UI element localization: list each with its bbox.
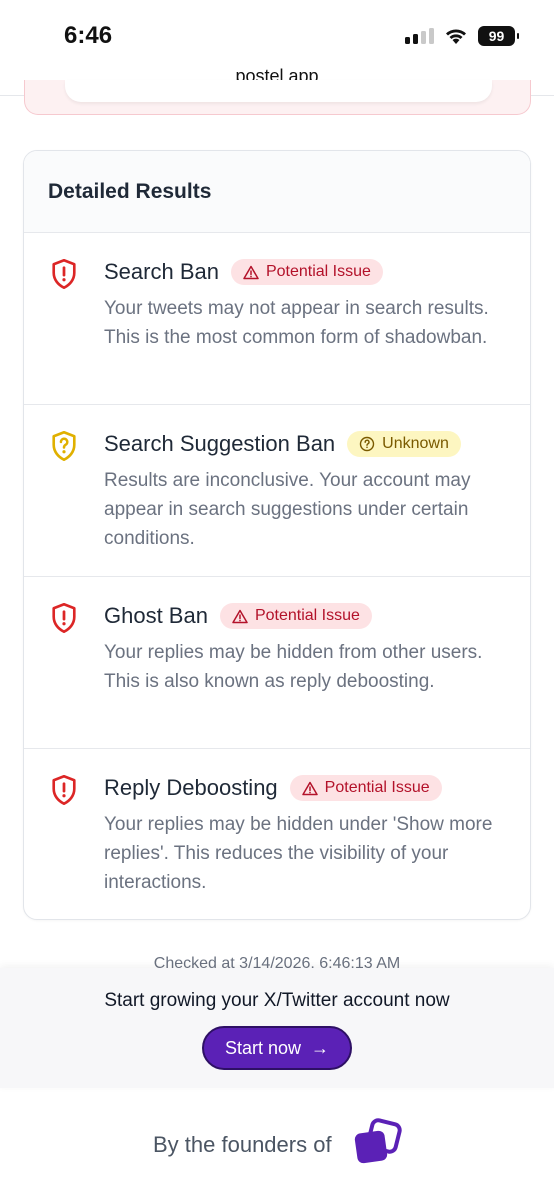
shield-alert-icon — [52, 258, 76, 290]
shield-question-icon — [52, 430, 76, 462]
status-badge: Unknown — [347, 431, 461, 457]
wifi-icon — [446, 29, 466, 44]
status-badge-label: Potential Issue — [265, 263, 371, 280]
cellular-signal-icon — [405, 28, 434, 44]
result-description: Your replies may be hidden under 'Show m… — [104, 814, 493, 893]
cta-text: Start growing your X/Twitter account now — [104, 990, 450, 1011]
warning-triangle-icon — [232, 609, 248, 623]
founders-text: By the founders of — [153, 1132, 332, 1157]
result-item-reply-deboosting: Reply Deboosting Potential Issue Your re… — [24, 749, 530, 919]
status-bar: 6:46 99 — [0, 0, 554, 62]
result-description: Your tweets may not appear in search res… — [104, 298, 489, 348]
shield-alert-icon — [52, 774, 76, 806]
status-badge-label: Potential Issue — [254, 607, 360, 624]
result-name: Reply Deboosting — [104, 775, 278, 800]
card-title: Detailed Results — [48, 180, 212, 203]
founders-section: By the founders of — [0, 1118, 554, 1168]
question-circle-icon — [359, 436, 375, 452]
shield-alert-icon — [52, 602, 76, 634]
cta-banner: Start growing your X/Twitter account now… — [0, 968, 554, 1088]
status-badge: Potential Issue — [219, 603, 372, 629]
result-item-ghost-ban: Ghost Ban Potential Issue Your replies m… — [24, 577, 530, 749]
result-description: Results are inconclusive. Your account m… — [104, 470, 471, 549]
previous-card-remnant — [24, 80, 531, 115]
status-badge: Potential Issue — [289, 775, 442, 801]
start-now-button[interactable]: Start now → — [202, 1026, 352, 1070]
result-name: Search Ban — [104, 259, 219, 284]
result-name: Search Suggestion Ban — [104, 431, 336, 456]
result-name: Ghost Ban — [104, 603, 208, 628]
start-now-label: Start now — [224, 1037, 302, 1058]
previous-card-inner — [65, 80, 492, 102]
warning-triangle-icon — [243, 265, 259, 279]
status-badge-label: Potential Issue — [324, 779, 430, 796]
brand-logo-icon[interactable] — [352, 1118, 402, 1166]
result-item-search-suggestion-ban: Search Suggestion Ban Unknown Results ar… — [24, 405, 530, 577]
detailed-results-card: Detailed Results Search Ban Potential Is… — [23, 150, 531, 920]
status-badge: Potential Issue — [230, 259, 383, 285]
arrow-right-icon: → — [311, 1037, 330, 1058]
result-item-search-ban: Search Ban Potential Issue Your tweets m… — [24, 233, 530, 405]
result-description: Your replies may be hidden from other us… — [104, 642, 483, 692]
battery-indicator: 99 — [478, 26, 519, 46]
status-time: 6:46 — [64, 22, 113, 49]
warning-triangle-icon — [301, 781, 318, 795]
next-section-cutoff — [22, 1190, 542, 1199]
status-badge-label: Unknown — [382, 435, 449, 452]
card-header: Detailed Results — [24, 151, 530, 233]
